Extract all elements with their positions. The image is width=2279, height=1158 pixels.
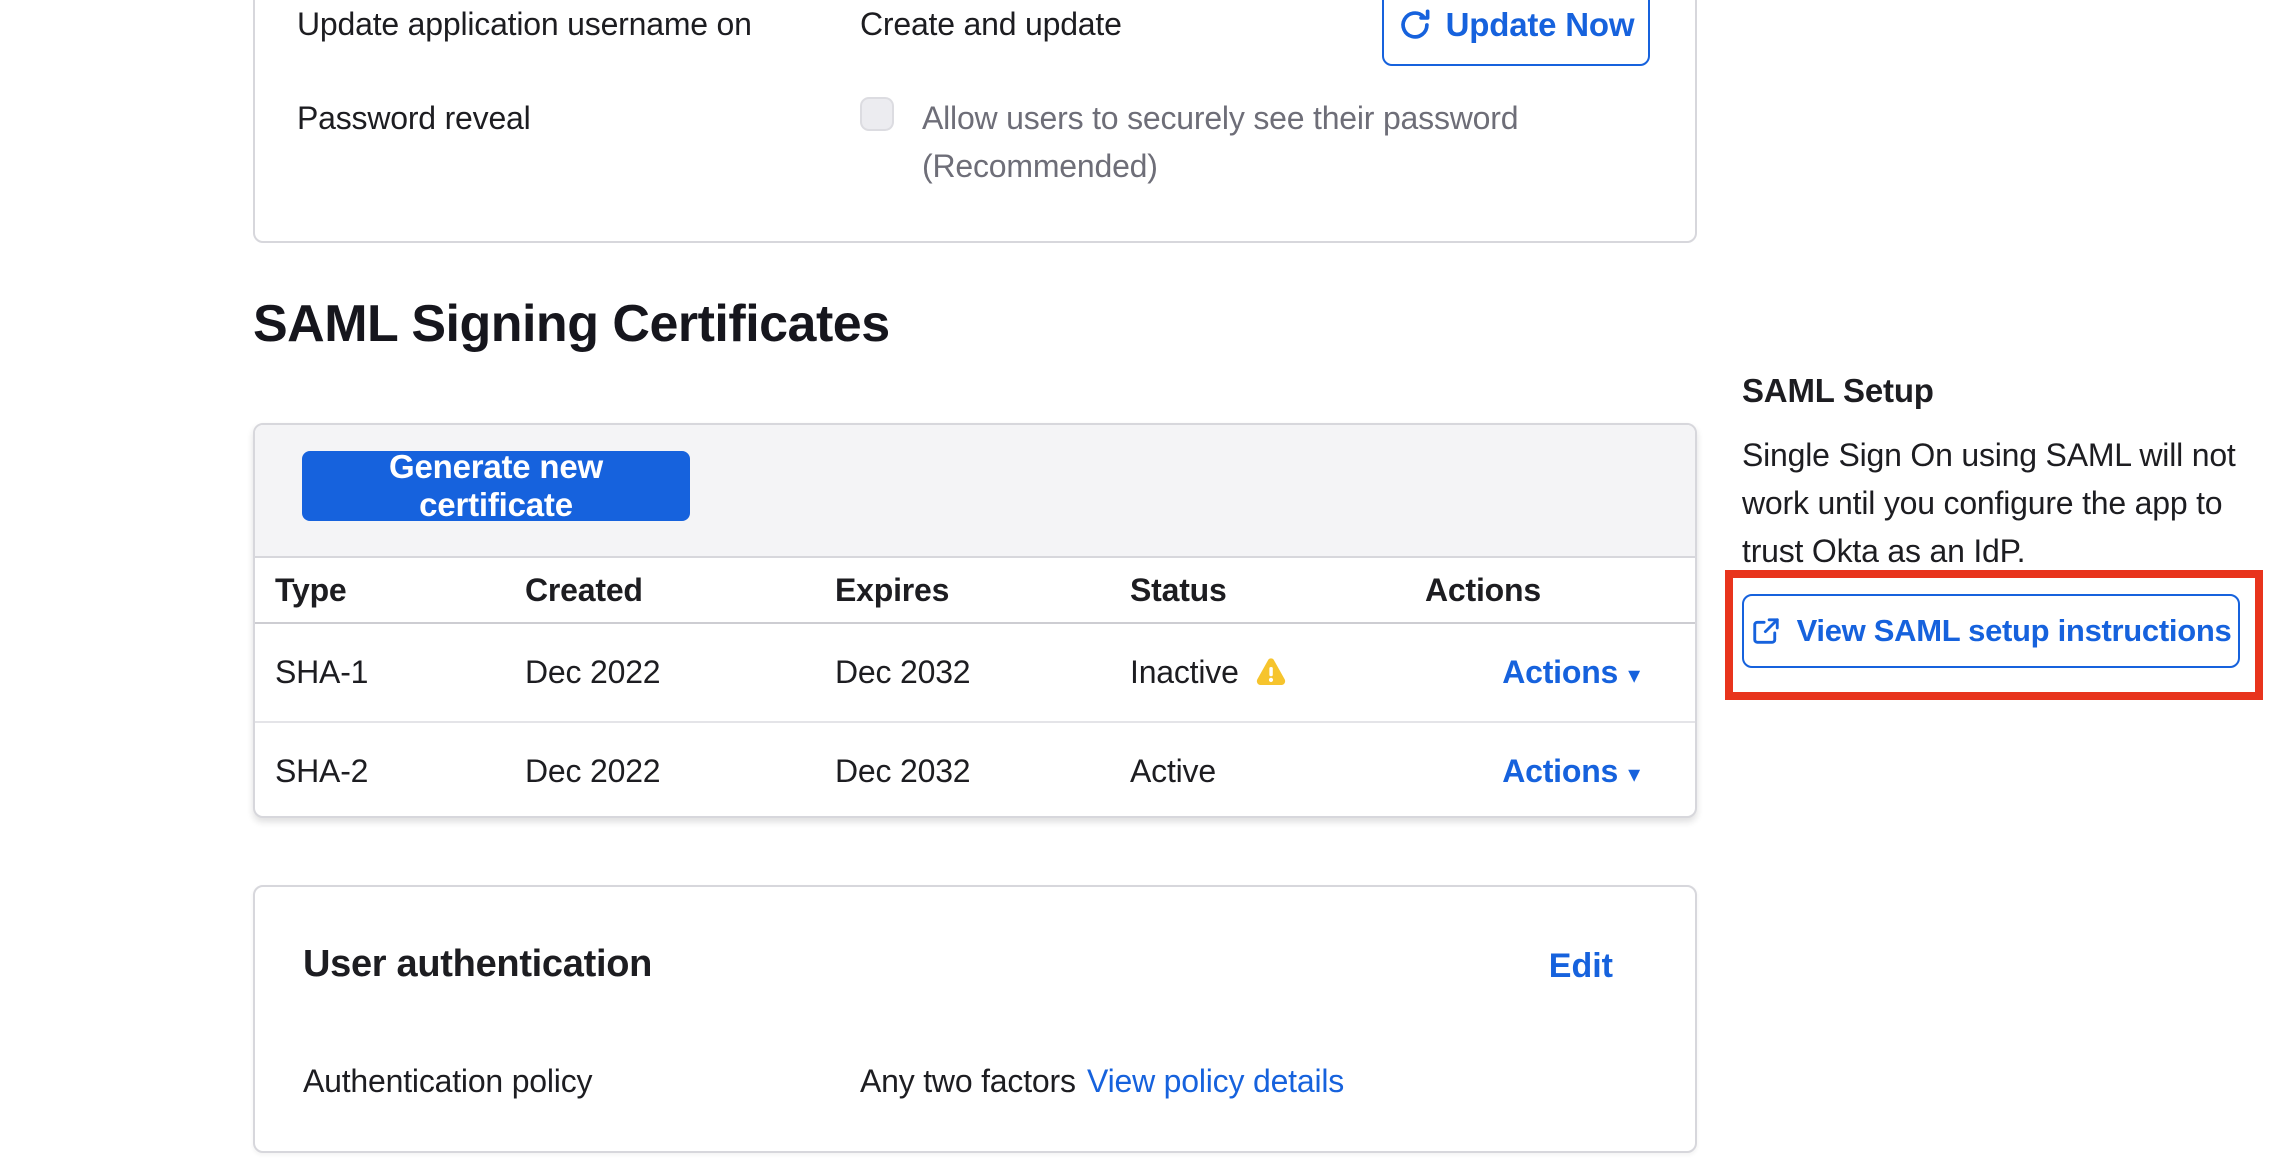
cert-status: Inactive xyxy=(1130,654,1239,691)
saml-signing-certificates-heading: SAML Signing Certificates xyxy=(253,292,890,356)
actions-dropdown-label: Actions xyxy=(1502,654,1618,690)
sign-on-settings-card: Update application username on Create an… xyxy=(253,0,1697,243)
actions-dropdown-label: Actions xyxy=(1502,753,1618,789)
actions-dropdown[interactable]: Actions ▾ xyxy=(1502,753,1640,789)
chevron-down-icon: ▾ xyxy=(1628,662,1640,689)
view-saml-setup-instructions-button[interactable]: View SAML setup instructions xyxy=(1742,594,2240,668)
cert-type: SHA-2 xyxy=(255,722,505,818)
password-reveal-description-line1: Allow users to securely see their passwo… xyxy=(922,96,1518,140)
table-header-row: Type Created Expires Status Actions xyxy=(255,558,1695,623)
user-authentication-heading: User authentication xyxy=(303,943,652,986)
cert-expires: Dec 2032 xyxy=(815,623,1110,722)
chevron-down-icon: ▾ xyxy=(1628,761,1640,788)
column-header-status: Status xyxy=(1110,558,1405,623)
column-header-type: Type xyxy=(255,558,505,623)
annotation-highlight-box: View SAML setup instructions xyxy=(1725,570,2263,700)
user-authentication-card: User authentication Edit Authentication … xyxy=(253,885,1697,1153)
warning-icon xyxy=(1253,655,1289,691)
authentication-policy-label: Authentication policy xyxy=(303,1059,592,1103)
table-row: SHA-1 Dec 2022 Dec 2032 Inactive xyxy=(255,623,1695,722)
password-reveal-description-line2: (Recommended) xyxy=(922,144,1158,188)
cert-expires: Dec 2032 xyxy=(815,722,1110,818)
certificates-toolbar: Generate new certificate xyxy=(255,425,1695,558)
password-reveal-label: Password reveal xyxy=(297,96,531,140)
edit-link[interactable]: Edit xyxy=(1549,947,1613,986)
cert-created: Dec 2022 xyxy=(505,623,815,722)
column-header-created: Created xyxy=(505,558,815,623)
username-update-value: Create and update xyxy=(860,2,1122,46)
saml-setup-heading: SAML Setup xyxy=(1742,372,1934,410)
certificates-table: Type Created Expires Status Actions SHA-… xyxy=(255,558,1695,818)
actions-dropdown[interactable]: Actions ▾ xyxy=(1502,654,1640,690)
table-row: SHA-2 Dec 2022 Dec 2032 Active Actions ▾ xyxy=(255,722,1695,818)
refresh-icon xyxy=(1398,8,1432,42)
cert-type: SHA-1 xyxy=(255,623,505,722)
cert-status: Active xyxy=(1110,722,1405,818)
update-now-button[interactable]: Update Now xyxy=(1382,0,1650,66)
update-now-label: Update Now xyxy=(1446,6,1635,44)
column-header-actions: Actions xyxy=(1405,558,1695,623)
view-saml-setup-instructions-label: View SAML setup instructions xyxy=(1797,613,2232,649)
generate-new-certificate-button[interactable]: Generate new certificate xyxy=(302,451,690,521)
cert-created: Dec 2022 xyxy=(505,722,815,818)
username-update-label: Update application username on xyxy=(297,2,752,46)
view-policy-details-link[interactable]: View policy details xyxy=(1087,1059,1344,1103)
external-link-icon xyxy=(1751,616,1781,646)
column-header-expires: Expires xyxy=(815,558,1110,623)
authentication-policy-value: Any two factors xyxy=(860,1059,1076,1103)
okta-saml-settings-page: Update application username on Create an… xyxy=(0,0,2279,1158)
saml-setup-description: Single Sign On using SAML will not work … xyxy=(1742,431,2279,575)
certificates-panel: Generate new certificate Type Created Ex… xyxy=(253,423,1697,818)
password-reveal-checkbox[interactable] xyxy=(860,97,894,131)
